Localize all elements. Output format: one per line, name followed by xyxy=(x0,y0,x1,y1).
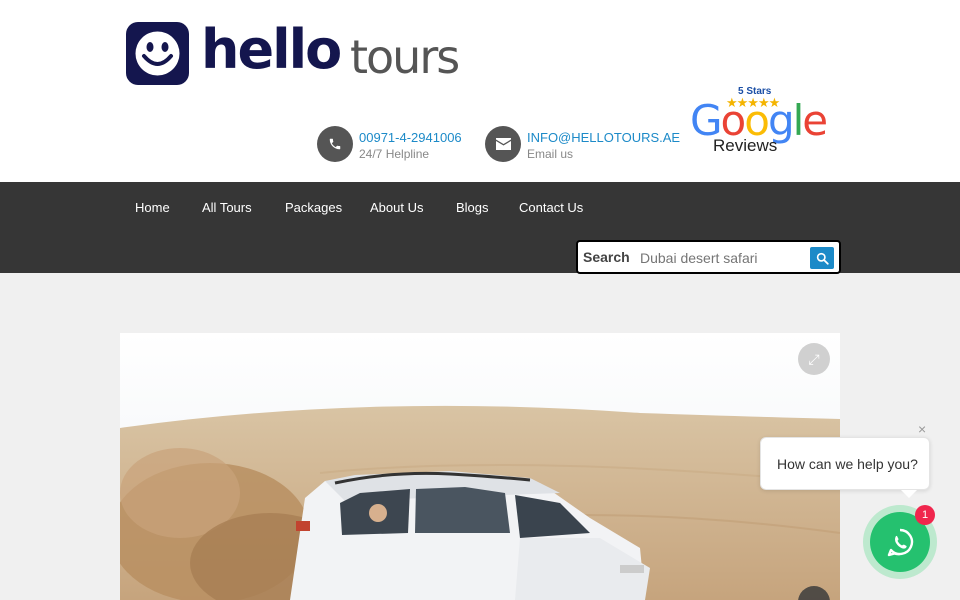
smiley-logo-icon xyxy=(126,22,189,85)
phone-icon xyxy=(317,126,353,162)
email-label: Email us xyxy=(527,147,574,161)
whatsapp-icon xyxy=(887,528,914,557)
chat-bubble-tail xyxy=(901,490,917,498)
search-icon xyxy=(816,252,829,265)
hero-image-slider[interactable]: ⤢ › xyxy=(120,333,840,600)
email-address[interactable]: INFO@HELLOTOURS.AE xyxy=(527,130,680,145)
chat-close-icon[interactable]: × xyxy=(918,421,926,437)
logo-text-hello: hello xyxy=(201,18,342,81)
nav-contact-us[interactable]: Contact Us xyxy=(519,200,583,215)
phone-number[interactable]: 00971-4-2941006 xyxy=(359,130,462,145)
site-logo[interactable]: hello tours xyxy=(126,18,476,88)
search-input[interactable] xyxy=(640,248,808,268)
nav-blogs[interactable]: Blogs xyxy=(456,200,489,215)
logo-text-tours: tours xyxy=(350,30,460,84)
phone-contact[interactable]: 00971-4-2941006 24/7 Helpline xyxy=(317,126,477,162)
chat-prompt-bubble[interactable]: How can we help you? xyxy=(760,437,930,498)
phone-label: 24/7 Helpline xyxy=(359,147,430,161)
site-header: hello tours 00971-4-2941006 24/7 Helplin… xyxy=(0,0,960,182)
email-contact[interactable]: INFO@HELLOTOURS.AE Email us xyxy=(485,126,680,162)
envelope-icon xyxy=(485,126,521,162)
expand-icon[interactable]: ⤢ xyxy=(798,343,830,375)
nav-all-tours[interactable]: All Tours xyxy=(202,200,252,215)
search-button[interactable] xyxy=(810,247,834,269)
desert-suv-photo xyxy=(120,333,840,600)
nav-home[interactable]: Home xyxy=(135,200,170,215)
nav-packages[interactable]: Packages xyxy=(285,200,342,215)
search-label: Search xyxy=(583,249,630,265)
notification-badge: 1 xyxy=(915,505,935,525)
search-bar: Search xyxy=(576,240,841,274)
google-reviews-label: Reviews xyxy=(713,136,778,155)
chat-prompt-text: How can we help you? xyxy=(777,456,918,472)
nav-about-us[interactable]: About Us xyxy=(370,200,423,215)
google-reviews-badge[interactable]: 5 Stars ★★★★★ Google Reviews xyxy=(688,86,840,156)
